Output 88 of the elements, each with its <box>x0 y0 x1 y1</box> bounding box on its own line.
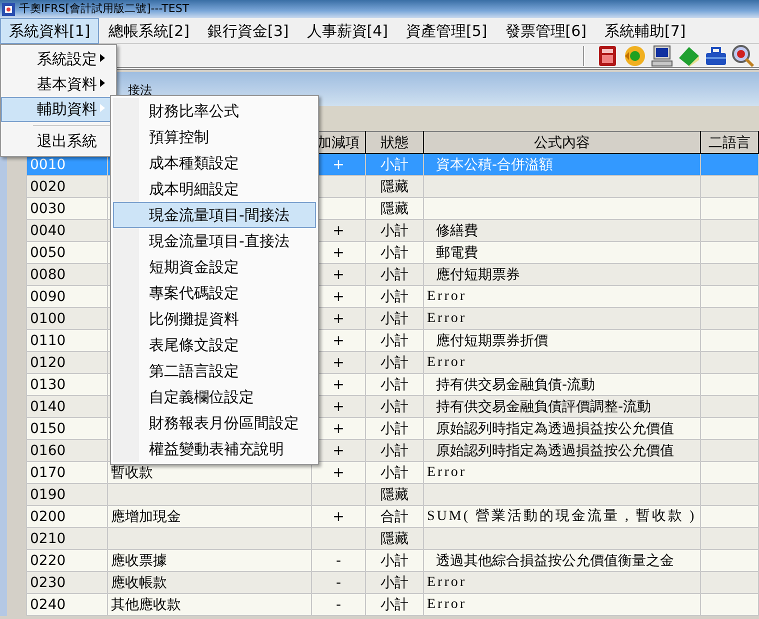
window-title: 千奧IFRS[會計試用版二號]---TEST <box>19 0 190 17</box>
formula-cell: SUM( 營業活動的現金流量 , 暫收款 ) <box>424 506 700 528</box>
formula-cell: Error <box>424 462 700 484</box>
status-cell: 隱藏 <box>366 198 424 220</box>
status-cell: 小計 <box>366 572 424 594</box>
code-cell: 0240 <box>26 594 108 616</box>
menu-bar-item[interactable]: 系統資料[1] <box>0 18 100 44</box>
menu-item[interactable]: 系統設定 <box>3 47 114 72</box>
menu-bar-item[interactable]: 總帳系統[2] <box>99 18 198 44</box>
formula-cell: Error <box>424 308 700 330</box>
formula-cell: 郵電費 <box>424 242 700 264</box>
sign-cell: + <box>312 506 366 528</box>
formula-cell: 透過其他綜合損益按公允價值衡量之金 <box>424 550 700 572</box>
status-cell: 小計 <box>366 396 424 418</box>
status-cell: 小計 <box>366 352 424 374</box>
formula-cell: 持有供交易金融負債評價調整-流動 <box>424 396 700 418</box>
formula-cell: Error <box>424 594 700 616</box>
formula-cell: 原始認列時指定為透過損益按公允價值 <box>424 418 700 440</box>
menu-bar-item[interactable]: 發票管理[6] <box>496 18 596 44</box>
menu-bar-item[interactable]: 系統輔助[7] <box>596 18 695 44</box>
formula-cell: 持有供交易金融負債-流動 <box>424 374 700 396</box>
code-cell: 0040 <box>26 220 108 242</box>
help-search-icon[interactable] <box>731 44 755 68</box>
computer-icon[interactable] <box>650 44 674 68</box>
name-cell: 應收帳款 <box>108 572 312 594</box>
status-cell: 小計 <box>366 264 424 286</box>
formula-cell: 應付短期票券 <box>424 264 700 286</box>
status-cell: 小計 <box>366 462 424 484</box>
code-cell: 0050 <box>26 242 108 264</box>
code-cell: 0210 <box>26 528 108 550</box>
sign-cell: - <box>312 594 366 616</box>
menu-bar-item[interactable]: 銀行資金[3] <box>198 18 298 44</box>
code-cell: 0220 <box>26 550 108 572</box>
column-header[interactable]: 狀態 <box>366 132 424 154</box>
code-cell: 0030 <box>26 198 108 220</box>
document-title: 接法 <box>128 82 152 99</box>
submenu-item[interactable]: 財務比率公式 <box>113 98 316 124</box>
status-cell: 小計 <box>366 220 424 242</box>
code-cell: 0020 <box>26 176 108 198</box>
status-cell: 小計 <box>366 374 424 396</box>
name-cell: 其他應收款 <box>108 594 312 616</box>
status-cell: 隱藏 <box>366 176 424 198</box>
code-cell: 0200 <box>26 506 108 528</box>
formula-cell: 原始認列時指定為透過損益按公允價值 <box>424 440 700 462</box>
menu-item[interactable]: 基本資料 <box>3 72 114 97</box>
status-cell: 小計 <box>366 308 424 330</box>
code-cell: 0150 <box>26 418 108 440</box>
code-cell: 0130 <box>26 374 108 396</box>
code-cell: 0090 <box>26 286 108 308</box>
status-cell: 小計 <box>366 286 424 308</box>
submenu-item[interactable]: 成本明細設定 <box>113 176 316 202</box>
menu-bar-item[interactable]: 人事薪資[4] <box>298 18 397 44</box>
status-cell: 隱藏 <box>366 484 424 506</box>
code-cell: 0120 <box>26 352 108 374</box>
formula-cell: Error <box>424 352 700 374</box>
app-icon <box>2 2 15 16</box>
formula-cell: Error <box>424 286 700 308</box>
formula-cell: 修繕費 <box>424 220 700 242</box>
sign-cell: - <box>312 572 366 594</box>
code-cell: 0100 <box>26 308 108 330</box>
status-cell: 合計 <box>366 506 424 528</box>
formula-cell: 資本公積-合併溢額 <box>424 154 700 176</box>
sign-cell: - <box>312 550 366 572</box>
status-cell: 小計 <box>366 550 424 572</box>
status-cell: 小計 <box>366 154 424 176</box>
code-cell: 0080 <box>26 264 108 286</box>
status-cell: 小計 <box>366 418 424 440</box>
code-cell: 0170 <box>26 462 108 484</box>
name-cell: 應增加現金 <box>108 506 312 528</box>
code-cell: 0230 <box>26 572 108 594</box>
sign-cell: + <box>312 462 366 484</box>
status-cell: 小計 <box>366 440 424 462</box>
formula-cell: 應付短期票券折價 <box>424 330 700 352</box>
code-cell: 0140 <box>26 396 108 418</box>
status-cell: 小計 <box>366 330 424 352</box>
status-cell: 小計 <box>366 594 424 616</box>
column-header[interactable]: 公式內容 <box>424 132 700 154</box>
name-cell: 應收票據 <box>108 550 312 572</box>
column-header[interactable]: 二語言 <box>700 132 758 154</box>
menu-item[interactable]: 退出系統 <box>3 129 114 154</box>
code-cell: 0190 <box>26 484 108 506</box>
status-cell: 隱藏 <box>366 528 424 550</box>
submenu-item[interactable]: 現金流量項目-間接法 <box>113 202 316 228</box>
formula-cell: Error <box>424 572 700 594</box>
code-cell: 0160 <box>26 440 108 462</box>
menu-bar-item[interactable]: 資產管理[5] <box>397 18 496 44</box>
code-cell: 0110 <box>26 330 108 352</box>
status-cell: 小計 <box>366 242 424 264</box>
